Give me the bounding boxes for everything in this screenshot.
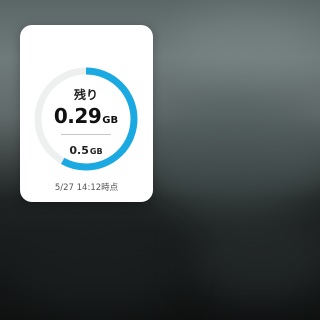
- wallpaper-blob: [190, 210, 320, 300]
- remaining-amount: 0.29GB: [31, 104, 141, 128]
- total-value: 0.5: [69, 144, 89, 157]
- remaining-unit: GB: [102, 115, 119, 126]
- wallpaper-blob: [10, 225, 180, 315]
- updated-timestamp: 5/27 14:12時点: [54, 183, 119, 193]
- total-amount: 0.5GB: [31, 139, 141, 158]
- data-usage-widget[interactable]: 残り 0.29GB 0.5GB 5/27 14:12時点: [20, 25, 153, 202]
- total-unit: GB: [89, 147, 103, 156]
- divider: [61, 134, 111, 135]
- wallpaper-blob: [140, 95, 320, 215]
- remaining-label: 残り: [73, 88, 98, 102]
- usage-ring: 残り 0.29GB 0.5GB: [31, 64, 141, 174]
- usage-ring-center: 残り 0.29GB 0.5GB: [31, 64, 141, 174]
- wallpaper-blob: [170, 10, 320, 80]
- remaining-value: 0.29: [53, 104, 102, 128]
